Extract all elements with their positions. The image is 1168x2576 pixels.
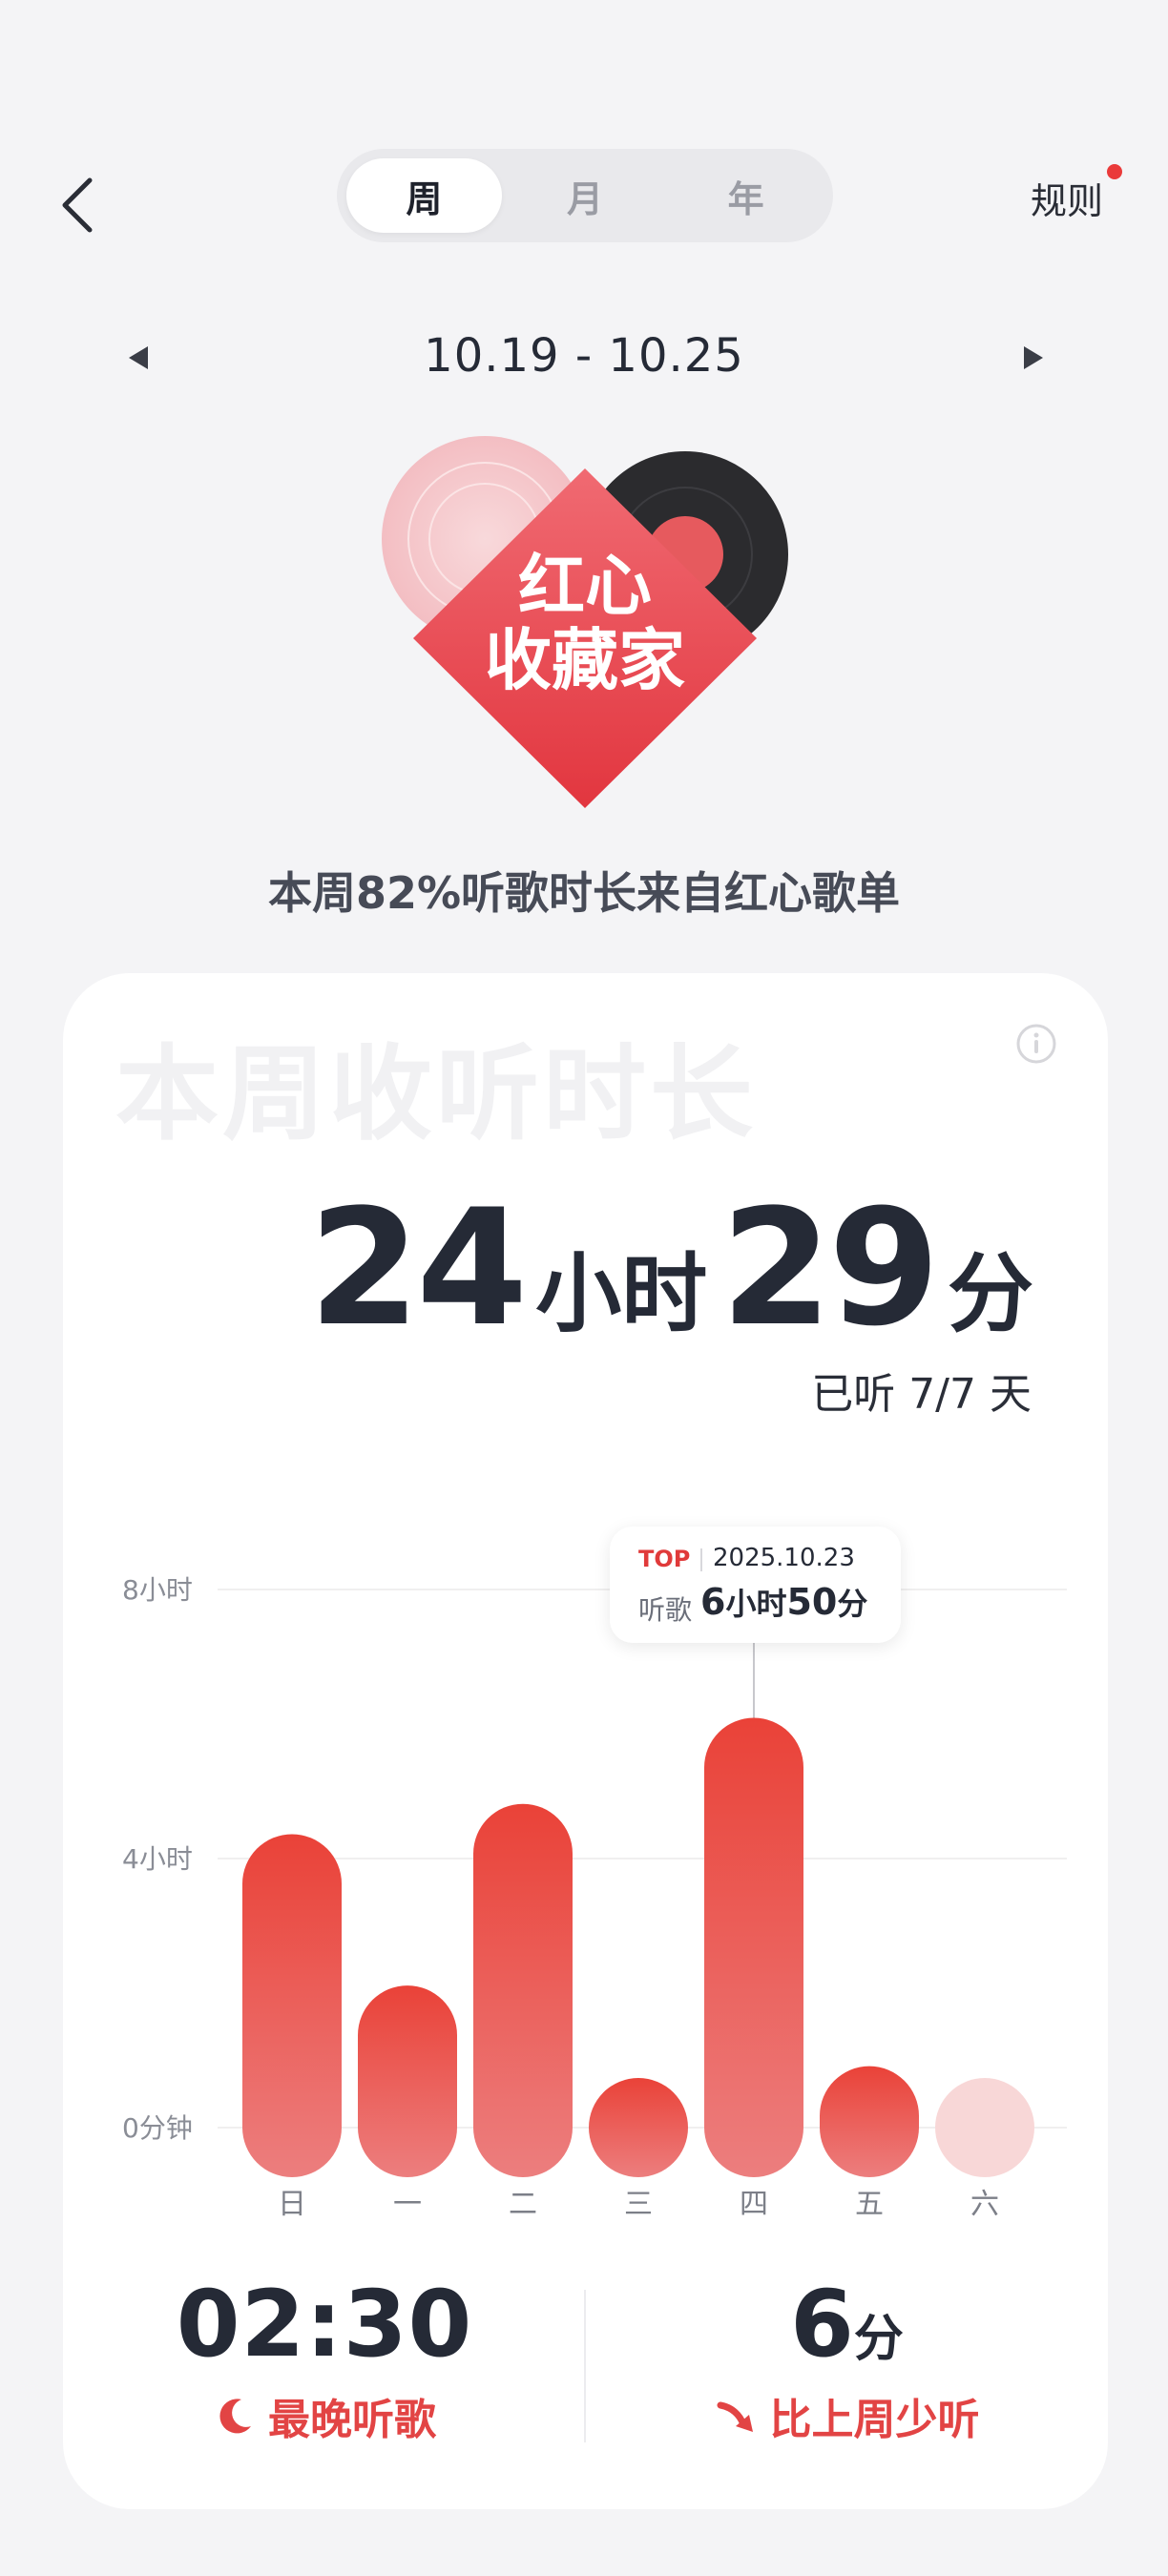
top-day-tooltip: TOP 2025.10.23 听歌 6小时50分 [610,1527,901,1643]
bar-三[interactable] [589,2078,688,2177]
diff-value: 6 [790,2271,854,2378]
chevron-left-icon [62,177,93,233]
listening-card: 本周收听时长 24 小时 29 分 已听 7/7 天 0分钟 4小时 8小时日一二三… [63,973,1108,2509]
tab-year[interactable]: 年 [668,158,824,233]
weekly-difference: 6分 [586,2271,1108,2378]
date-range: 10.19 - 10.25 [424,329,744,383]
bar-四[interactable] [704,1717,803,2177]
tt-hours-unit: 小时 [725,1586,787,1622]
top-day-date: 2025.10.23 [713,1544,855,1572]
tooltip-separator [700,1548,702,1571]
triangle-right-icon [1024,346,1043,369]
y-tick-label: 8小时 [122,1574,193,1606]
tooltip-label: 听歌 [638,1594,693,1626]
notification-dot [1107,164,1122,179]
weekly-difference-label-row: 比上周少听 [586,2385,1108,2446]
tab-month[interactable]: 月 [508,158,663,233]
tab-week[interactable]: 周 [346,158,502,233]
diff-label: 比上周少听 [769,2396,980,2444]
period-tabs: 周 月 年 [337,149,833,242]
top-tag: TOP [638,1546,691,1572]
latest-listen-time: 02:30 [176,2271,473,2378]
next-week-button[interactable] [1014,339,1053,377]
x-tick-label: 四 [740,2188,768,2221]
badge-line-1: 红心 [518,547,652,625]
bar-日[interactable] [242,1834,342,2177]
latest-listen-label: 最晚听歌 [268,2396,436,2444]
rules-button[interactable]: 规则 [1031,172,1103,224]
latest-listen-label-row: 最晚听歌 [63,2385,586,2446]
back-button[interactable] [57,162,124,248]
badge-line-2: 收藏家 [485,621,685,699]
diff-unit: 分 [853,2311,904,2368]
top-day-duration: 6小时50分 [700,1580,867,1624]
y-tick-label: 0分钟 [122,2112,193,2144]
trend-down-icon [717,2401,753,2432]
x-tick-label: 五 [855,2188,884,2221]
red-heart-collector-badge: 红心 收藏家 [380,434,790,816]
y-tick-label: 4小时 [122,1843,193,1875]
bar-五[interactable] [820,2066,919,2177]
tt-hours: 6 [700,1581,726,1623]
x-tick-label: 六 [970,2188,999,2221]
x-tick-label: 二 [509,2188,537,2221]
summary-text: 本周82%听歌时长来自红心歌单 [267,867,901,919]
tt-minutes-unit: 分 [837,1586,868,1622]
bar-六[interactable] [935,2078,1034,2177]
bar-一[interactable] [358,1985,457,2177]
bar-二[interactable] [473,1803,573,2177]
moon-icon [219,2399,251,2434]
x-tick-label: 三 [624,2188,653,2221]
x-tick-label: 日 [278,2188,306,2221]
x-tick-label: 一 [393,2188,422,2221]
tt-minutes: 50 [786,1581,838,1623]
